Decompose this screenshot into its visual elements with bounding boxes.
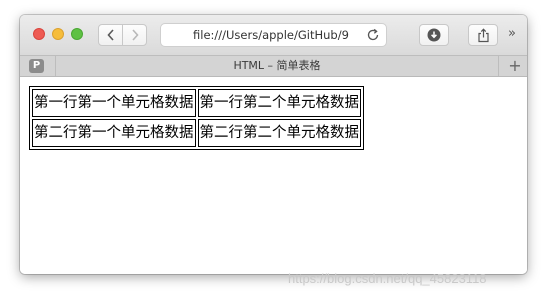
share-button[interactable]: [468, 24, 498, 46]
browser-window: file:///Users/apple/GitHub/9 » P HTML – …: [20, 15, 527, 274]
table-row: 第二行第一个单元格数据 第二行第二个单元格数据: [32, 119, 361, 147]
pinned-tab[interactable]: P: [29, 59, 44, 73]
data-table: 第一行第一个单元格数据 第一行第二个单元格数据 第二行第一个单元格数据 第二行第…: [29, 86, 364, 150]
table-cell: 第二行第一个单元格数据: [32, 119, 196, 147]
url-text[interactable]: file:///Users/apple/GitHub/9: [193, 28, 365, 43]
toolbar-overflow-chevron-icon[interactable]: »: [508, 26, 516, 41]
tab-bar: P HTML – 简单表格 +: [20, 55, 527, 77]
minimize-window-button[interactable]: [52, 28, 64, 40]
downloads-button[interactable]: [419, 24, 449, 46]
table-cell: 第一行第二个单元格数据: [197, 89, 361, 117]
share-icon: [477, 27, 489, 42]
reload-icon[interactable]: [366, 28, 380, 42]
table-cell: 第二行第二个单元格数据: [197, 119, 361, 147]
browser-toolbar: file:///Users/apple/GitHub/9 »: [20, 15, 527, 55]
back-arrow-icon: [106, 29, 114, 41]
table-row: 第一行第一个单元格数据 第一行第二个单元格数据: [32, 89, 361, 117]
page-content: 第一行第一个单元格数据 第一行第二个单元格数据 第二行第一个单元格数据 第二行第…: [20, 77, 527, 274]
forward-button[interactable]: [122, 24, 147, 46]
back-button[interactable]: [98, 24, 123, 46]
watermark-text: https://blog.csdn.net/qq_45823118: [288, 271, 487, 286]
new-tab-button[interactable]: +: [506, 56, 524, 76]
tab-active[interactable]: HTML – 简单表格: [55, 56, 499, 76]
download-icon: [427, 28, 441, 42]
table-cell: 第一行第一个单元格数据: [32, 89, 196, 117]
maximize-window-button[interactable]: [71, 28, 83, 40]
forward-arrow-icon: [131, 29, 139, 41]
address-bar[interactable]: file:///Users/apple/GitHub/9: [160, 23, 387, 47]
close-window-button[interactable]: [33, 28, 45, 40]
